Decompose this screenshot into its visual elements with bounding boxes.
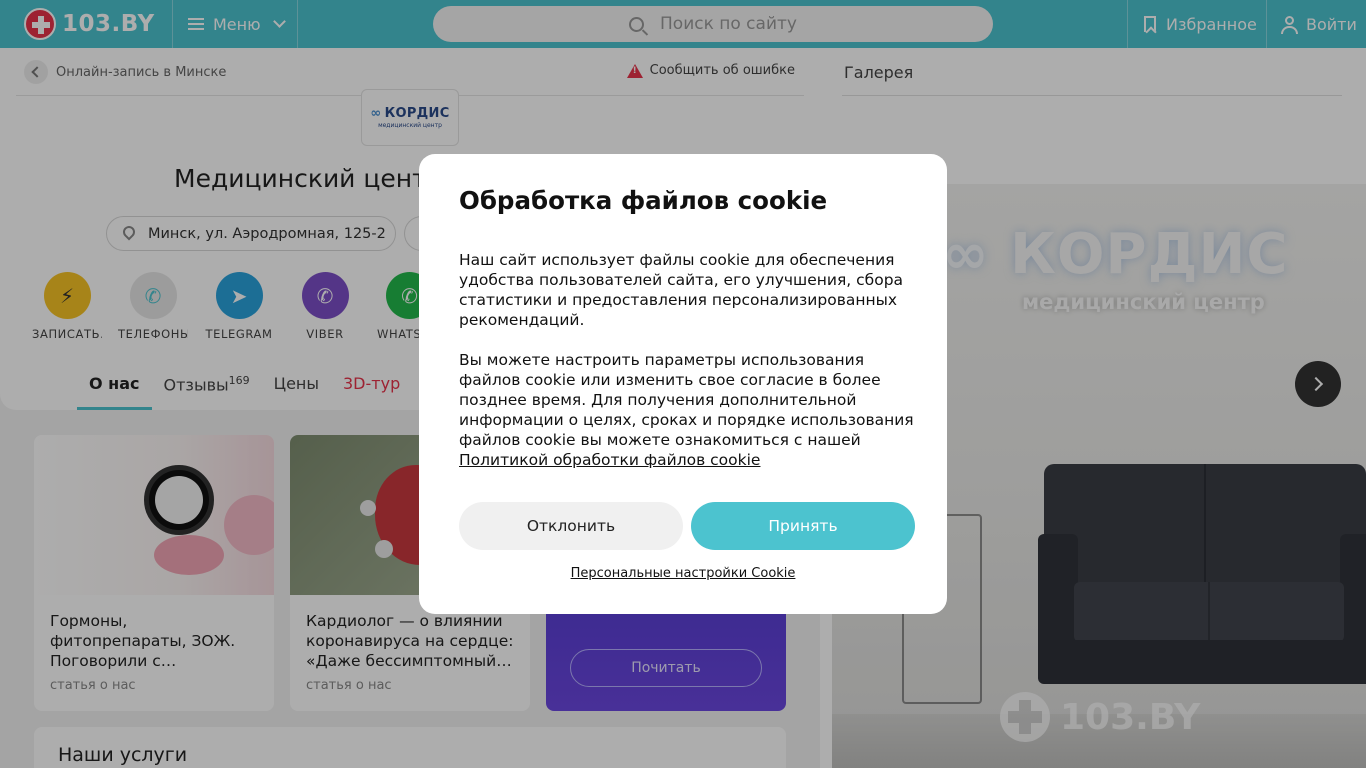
accept-button[interactable]: Принять bbox=[691, 502, 915, 550]
cookie-title: Обработка файлов cookie bbox=[459, 186, 828, 215]
cookie-dialog: Обработка файлов cookie Наш сайт использ… bbox=[419, 154, 947, 614]
cookie-paragraph: Наш сайт использует файлы cookie для обе… bbox=[459, 251, 904, 329]
personal-settings-link[interactable]: Персональные настройки Cookie bbox=[419, 566, 947, 581]
cookie-text: Наш сайт использует файлы cookie для обе… bbox=[459, 250, 914, 470]
cookie-policy-link[interactable]: Политикой обработки файлов cookie bbox=[459, 451, 760, 469]
cookie-paragraph: Вы можете настроить параметры использова… bbox=[459, 351, 914, 449]
decline-button[interactable]: Отклонить bbox=[459, 502, 683, 550]
